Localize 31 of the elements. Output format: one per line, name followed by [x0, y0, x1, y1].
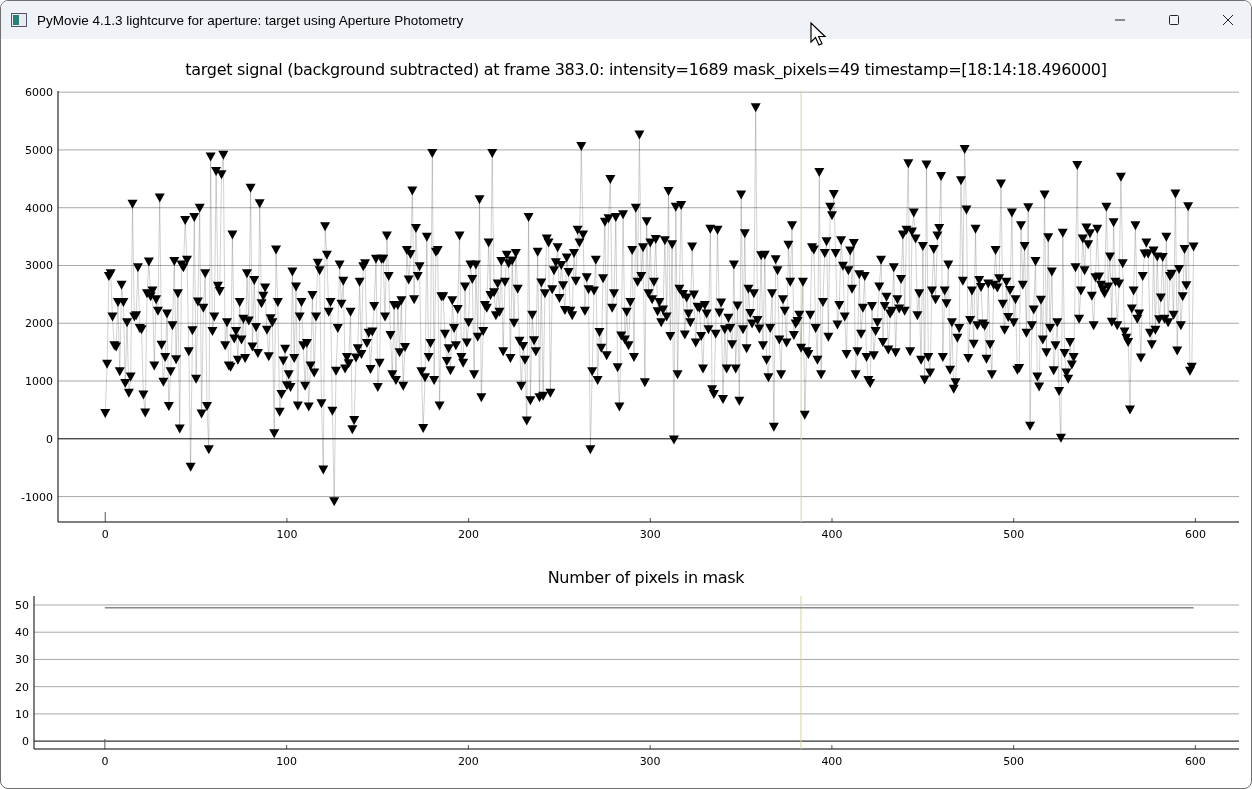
y-tick-label: 2000	[25, 317, 53, 331]
x-tick-label: 0	[101, 755, 109, 768]
y-tick-label: 50	[15, 599, 29, 612]
x-tick-label: 0	[101, 528, 109, 541]
x-tick-label: 600	[1184, 755, 1206, 768]
x-tick-label: 100	[276, 755, 298, 768]
chart-title: target signal (background subtracted) at frame 383.0: intensity=1689 mask_pixels=49 timestamp=[18:14:18.496000]	[184, 59, 1108, 81]
y-tick-label: 4000	[25, 201, 53, 215]
y-tick-label: 10	[15, 707, 29, 721]
y-tick-label: -1000	[21, 490, 53, 504]
x-tick-label: 200	[457, 755, 479, 768]
x-tick-label: 500	[1003, 528, 1025, 541]
x-tick-label: 300	[639, 528, 661, 541]
x-tick-label: 600	[1184, 528, 1206, 541]
y-tick-label: 1000	[25, 375, 53, 389]
chart-title: Number of pixels in mask	[546, 567, 746, 589]
y-tick-label: 5000	[25, 143, 53, 157]
y-tick-label: 0	[22, 735, 29, 749]
y-tick-label: 30	[15, 653, 29, 667]
y-tick-label: 6000	[25, 87, 53, 100]
y-tick-label: 3000	[25, 259, 53, 273]
x-tick-label: 300	[639, 755, 661, 768]
y-tick-label: 40	[15, 626, 29, 640]
y-tick-label: 20	[15, 680, 29, 694]
window-title: PyMovie 4.1.3 lightcurve for aperture: target using Aperture Photometry	[37, 12, 464, 28]
x-tick-label: 100	[276, 528, 298, 541]
x-tick-label: 200	[458, 528, 480, 541]
y-tick-label: 0	[46, 432, 53, 446]
x-tick-label: 400	[821, 755, 843, 768]
x-tick-label: 400	[821, 528, 843, 541]
x-tick-label: 500	[1003, 755, 1025, 768]
